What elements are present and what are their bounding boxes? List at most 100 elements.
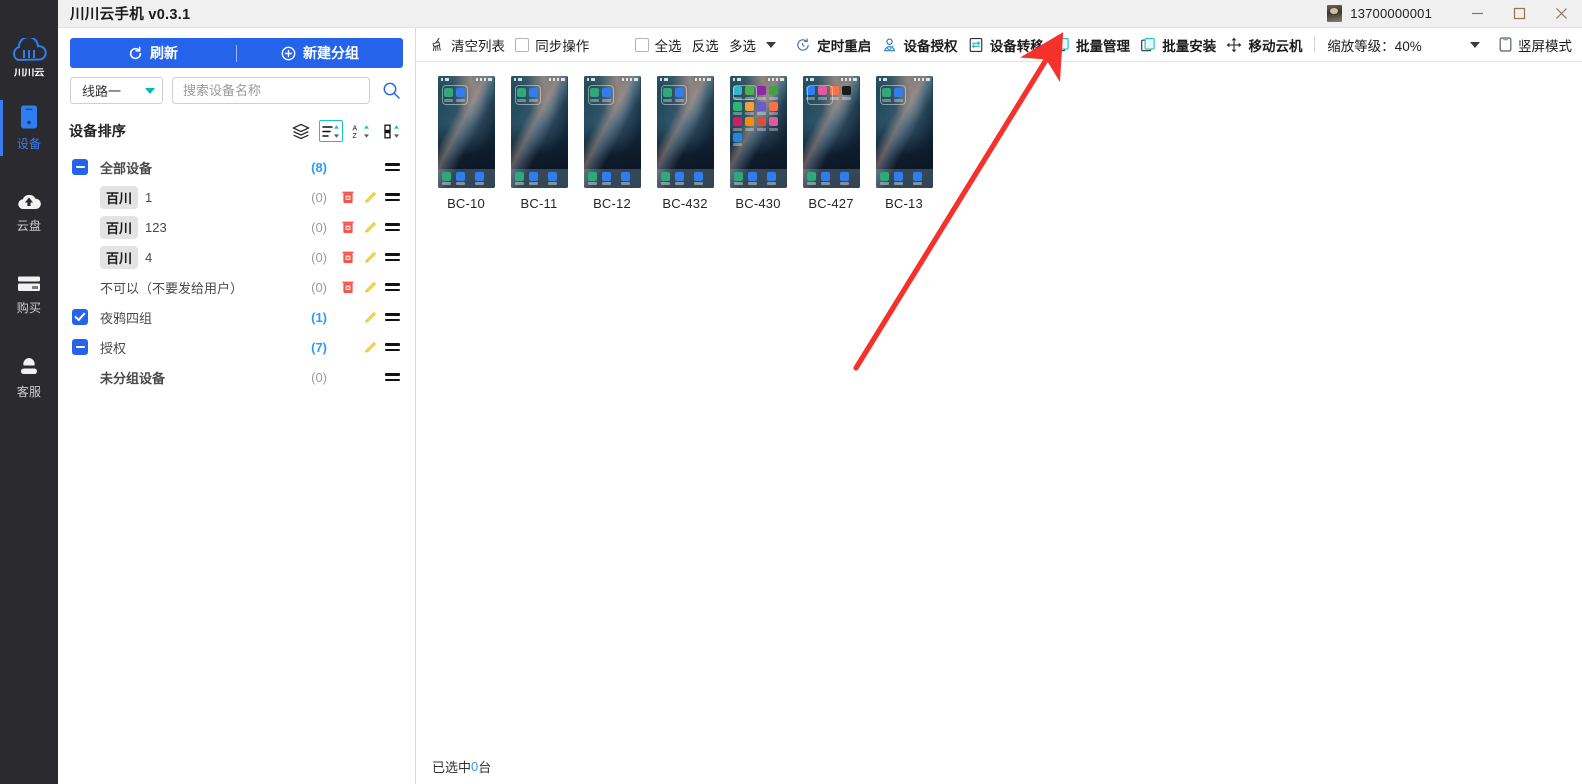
group-row[interactable]: 全部设备 (8) (58, 152, 415, 182)
sidebar-item-cloud-disk[interactable]: 云盘 (0, 178, 58, 242)
dock-icon (674, 171, 684, 186)
search-input[interactable] (183, 83, 359, 98)
device-screen-thumbnail[interactable] (583, 76, 641, 188)
select-all-label: 全选 (654, 38, 682, 54)
app-icon (732, 117, 742, 131)
device-card[interactable]: BC-13 (872, 76, 936, 211)
device-screen-thumbnail[interactable] (437, 76, 495, 188)
drag-handle-icon[interactable] (381, 163, 403, 171)
close-button[interactable] (1540, 0, 1582, 28)
device-card[interactable]: BC-430 (726, 76, 790, 211)
line-select[interactable]: 线路一 (70, 77, 163, 104)
search-button[interactable] (379, 81, 403, 100)
app-icon (768, 117, 778, 131)
headset-person-icon (21, 358, 37, 374)
sidebar-item-device[interactable]: 设备 (0, 90, 58, 160)
group-row[interactable]: 授权 (7) (58, 332, 415, 362)
group-row[interactable]: 未分组设备 (0) (58, 362, 415, 392)
device-transfer-button[interactable]: 设备转移 (968, 35, 1044, 55)
minimize-button[interactable] (1456, 0, 1498, 28)
device-screen-thumbnail[interactable] (802, 76, 860, 188)
app-grid (516, 88, 539, 102)
brand-logo: 川川云 (0, 34, 58, 90)
delete-group-icon[interactable] (337, 190, 359, 204)
search-box[interactable] (172, 77, 370, 104)
zoom-dropdown-chevron-icon[interactable] (1469, 41, 1480, 48)
dock-icon (587, 171, 597, 186)
edit-group-icon[interactable] (359, 310, 381, 325)
device-card[interactable]: BC-10 (434, 76, 498, 211)
portrait-mode-checkbox[interactable]: 竖屏模式 (1499, 35, 1572, 55)
list-sort-icon[interactable] (319, 120, 343, 142)
refresh-button[interactable]: 刷新 (70, 43, 236, 63)
new-group-button[interactable]: 新建分组 (237, 43, 403, 63)
batch-install-button[interactable]: 批量安装 (1140, 35, 1216, 55)
invert-selection-button[interactable]: 反选 (692, 35, 719, 55)
folder-box (806, 85, 833, 105)
edit-group-icon[interactable] (359, 280, 381, 295)
device-screen-thumbnail[interactable] (729, 76, 787, 188)
multi-select-button[interactable]: 多选 (729, 35, 756, 55)
delete-group-icon[interactable] (337, 280, 359, 294)
edit-group-icon[interactable] (359, 220, 381, 235)
group-row[interactable]: 百川 4 (0) (58, 242, 415, 272)
app-icon (768, 101, 778, 115)
device-card[interactable]: BC-11 (507, 76, 571, 211)
drag-handle-icon[interactable] (381, 283, 403, 291)
device-auth-button[interactable]: 设备授权 (882, 35, 958, 55)
group-row[interactable]: 百川 1 (0) (58, 182, 415, 212)
delete-group-icon[interactable] (337, 220, 359, 234)
chevron-down-icon[interactable] (766, 41, 777, 48)
clock-restart-icon (797, 37, 810, 51)
refresh-label: 刷新 (150, 45, 178, 61)
move-cloud-device-button[interactable]: 移动云机 (1226, 35, 1302, 55)
device-card[interactable]: BC-12 (580, 76, 644, 211)
sync-operation-checkbox[interactable]: 同步操作 (515, 35, 589, 55)
device-screen-thumbnail[interactable] (656, 76, 714, 188)
device-screen-thumbnail[interactable] (875, 76, 933, 188)
group-name: 授权 (100, 338, 311, 357)
dock-icon (766, 171, 776, 186)
drag-handle-icon[interactable] (381, 373, 403, 381)
group-action-bar: 刷新 新建分组 (70, 38, 403, 68)
device-name: BC-12 (593, 196, 631, 211)
group-count: (0) (311, 249, 327, 265)
sidebar-item-label: 购买 (16, 301, 42, 315)
dock-icon (839, 171, 849, 186)
batch-manage-button[interactable]: 批量管理 (1054, 35, 1130, 55)
alpha-sort-icon[interactable]: A Z (349, 120, 373, 142)
timed-restart-button[interactable]: 定时重启 (795, 35, 871, 55)
group-actions: 刷新 新建分组 (58, 28, 415, 68)
device-screen-thumbnail[interactable] (510, 76, 568, 188)
edit-group-icon[interactable] (359, 340, 381, 355)
group-checkbox[interactable] (72, 309, 88, 325)
device-card[interactable]: BC-427 (799, 76, 863, 211)
sidebar-item-label: 云盘 (16, 219, 42, 233)
device-status-bar (657, 76, 714, 83)
edit-group-icon[interactable] (359, 190, 381, 205)
select-all-checkbox[interactable]: 全选 (634, 35, 682, 55)
drag-handle-icon[interactable] (381, 313, 403, 321)
sidebar-item-support[interactable]: 客服 (0, 342, 58, 408)
group-checkbox[interactable] (72, 159, 88, 175)
delete-group-icon[interactable] (337, 250, 359, 264)
drag-handle-icon[interactable] (381, 223, 403, 231)
edit-group-icon[interactable] (359, 250, 381, 265)
account-area[interactable]: 13700000001 (1327, 5, 1432, 22)
drag-handle-icon[interactable] (381, 253, 403, 261)
group-checkbox[interactable] (72, 339, 88, 355)
status-bar: 已选中 0 台 (416, 748, 1582, 784)
app-icon (662, 88, 672, 102)
layers-icon[interactable] (289, 120, 313, 142)
sidebar-item-purchase[interactable]: 购买 (0, 260, 58, 324)
group-row[interactable]: 百川 123 (0) (58, 212, 415, 242)
maximize-button[interactable] (1498, 0, 1540, 28)
device-card[interactable]: BC-432 (653, 76, 717, 211)
sidebar-item-label: 客服 (16, 385, 42, 399)
drag-handle-icon[interactable] (381, 193, 403, 201)
clear-list-button[interactable]: 清空列表 (430, 35, 505, 55)
drag-handle-icon[interactable] (381, 343, 403, 351)
group-row[interactable]: 不可以（不要发给用户） (0) (58, 272, 415, 302)
group-row[interactable]: 夜鸦四组 (1) (58, 302, 415, 332)
column-sort-icon[interactable] (379, 120, 403, 142)
